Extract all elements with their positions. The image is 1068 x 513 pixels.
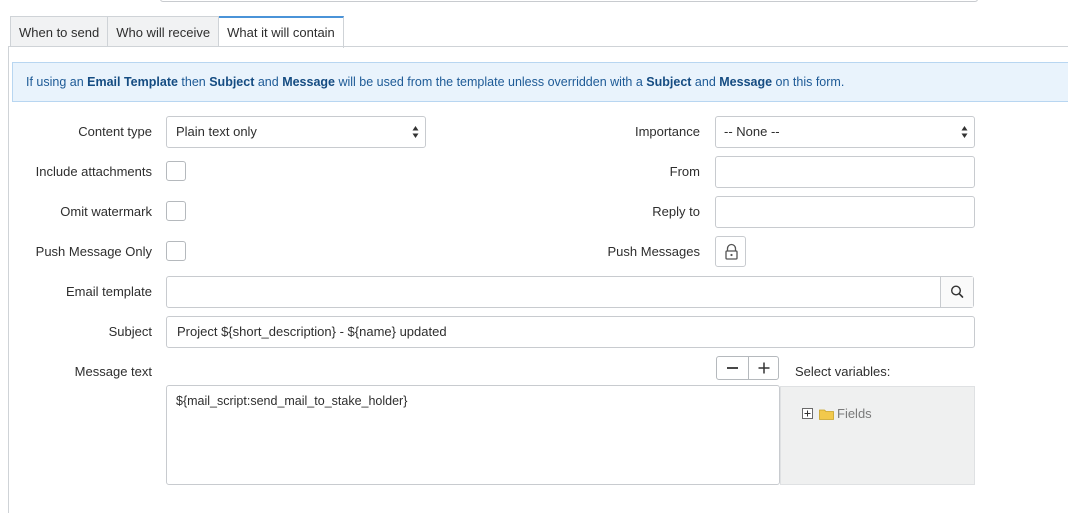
tree-node-fields[interactable]: Fields — [802, 406, 872, 421]
include-attachments-checkbox[interactable] — [166, 161, 186, 181]
importance-select[interactable]: -- None -- — [715, 116, 975, 148]
search-icon — [950, 285, 964, 298]
updown-arrows-icon — [961, 126, 968, 138]
reply-to-label: Reply to — [652, 204, 700, 219]
message-text-label: Message text — [74, 364, 152, 379]
shrink-message-button[interactable] — [717, 357, 748, 379]
banner-message: Message — [719, 75, 773, 89]
from-label: From — [669, 164, 700, 179]
content-type-label: Content type — [78, 124, 152, 139]
reply-to-input[interactable] — [715, 196, 975, 228]
tab-what-it-will-contain[interactable]: What it will contain — [219, 16, 344, 48]
email-template-label: Email template — [66, 284, 152, 299]
content-type-select[interactable]: Plain text only — [166, 116, 426, 148]
banner-text: and — [691, 75, 720, 89]
tab-bar-divider — [8, 46, 1068, 47]
message-size-controls — [716, 356, 779, 380]
omit-watermark-checkbox[interactable] — [166, 201, 186, 221]
banner-text: and — [254, 75, 283, 89]
message-text-area[interactable]: ${mail_script:send_mail_to_stake_holder} — [166, 385, 780, 485]
lock-icon — [725, 243, 738, 260]
banner-text: on this form. — [772, 75, 845, 89]
form-left-border — [8, 46, 9, 513]
folder-icon — [819, 409, 834, 420]
content-type-value: Plain text only — [176, 124, 257, 139]
banner-subject: Subject — [209, 75, 255, 89]
banner-text: will be used from the template unless ov… — [335, 75, 647, 89]
subject-input[interactable]: Project ${short_description} - ${name} u… — [166, 316, 975, 348]
banner-email-template: Email Template — [87, 75, 178, 89]
tab-bar: When to send Who will receive What it wi… — [10, 16, 344, 48]
plus-box-icon[interactable] — [802, 408, 813, 419]
top-field-edge — [160, 0, 978, 2]
importance-value: -- None -- — [724, 124, 780, 139]
importance-label: Importance — [634, 124, 700, 139]
info-banner: If using an Email Template then Subject … — [12, 62, 1068, 102]
subject-label: Subject — [108, 324, 152, 339]
minus-icon — [727, 367, 738, 369]
banner-subject: Subject — [646, 75, 692, 89]
email-template-input[interactable] — [166, 276, 974, 308]
push-message-only-label: Push Message Only — [35, 244, 152, 259]
tab-when-to-send[interactable]: When to send — [10, 16, 109, 47]
plus-icon — [758, 362, 770, 374]
variables-tree-panel: Fields — [780, 386, 975, 485]
banner-message: Message — [282, 75, 335, 89]
push-messages-label: Push Messages — [607, 244, 701, 259]
subject-value: Project ${short_description} - ${name} u… — [177, 324, 447, 339]
banner-text: then — [177, 75, 210, 89]
from-input[interactable] — [715, 156, 975, 188]
banner-text: If using an — [26, 75, 88, 89]
select-variables-label: Select variables: — [795, 364, 891, 379]
message-text-value: ${mail_script:send_mail_to_stake_holder} — [176, 394, 408, 408]
email-template-lookup-button[interactable] — [940, 277, 973, 307]
include-attachments-label: Include attachments — [35, 164, 152, 179]
push-messages-lock-button[interactable] — [715, 236, 746, 267]
tree-node-label: Fields — [837, 406, 872, 421]
push-message-only-checkbox[interactable] — [166, 241, 186, 261]
updown-arrows-icon — [412, 126, 419, 138]
omit-watermark-label: Omit watermark — [60, 204, 152, 219]
expand-message-button[interactable] — [748, 357, 779, 379]
tab-who-will-receive[interactable]: Who will receive — [108, 16, 220, 47]
